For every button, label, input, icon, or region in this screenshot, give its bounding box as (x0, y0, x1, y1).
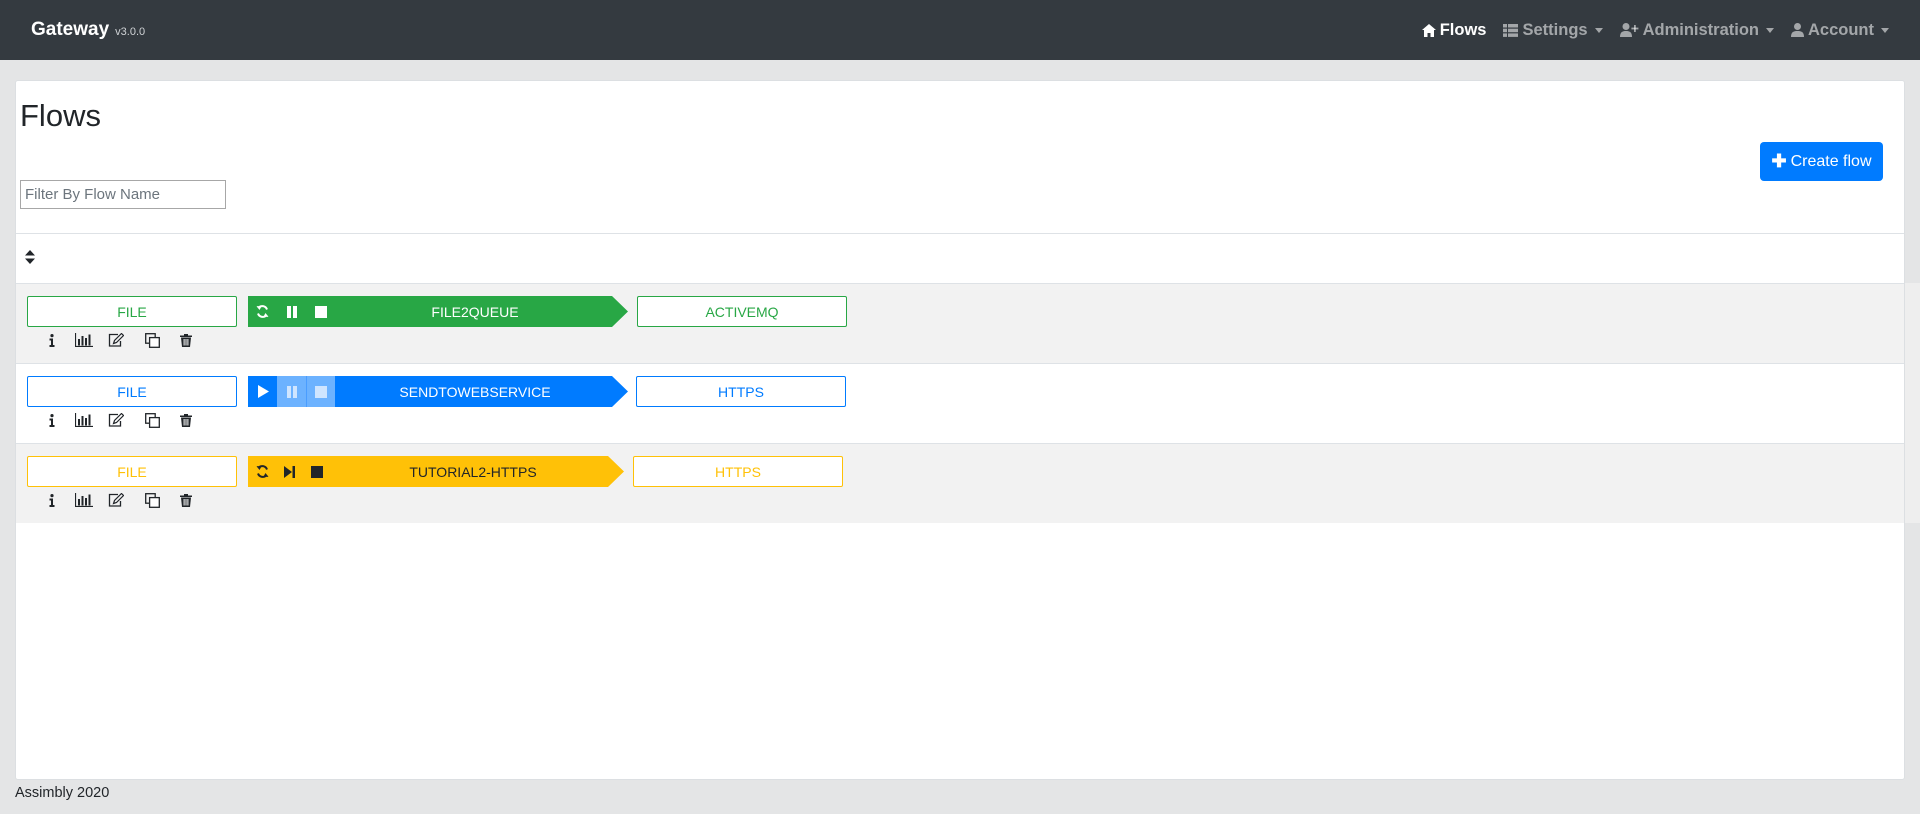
flow-delete-button[interactable] (177, 491, 195, 509)
flow-edit-button[interactable] (107, 411, 125, 429)
top-navbar: Gateway v3.0.0 Flows Settings Administra… (0, 0, 1920, 60)
flows-card: Flows ✚ Create flow FILE FILE2QUEUE ACTI… (15, 80, 1905, 780)
flow-stats-button[interactable] (75, 331, 93, 349)
sort-icon[interactable] (25, 250, 35, 264)
flow-row: FILE FILE2QUEUE ACTIVEMQ (16, 283, 1904, 363)
flow-stats-button[interactable] (75, 491, 93, 509)
trash-icon (180, 493, 192, 507)
flow-source-label: FILE (117, 463, 147, 480)
nav-account[interactable]: Account (1791, 21, 1889, 40)
flow-target-label: HTTPS (718, 383, 764, 400)
restart-button[interactable] (248, 456, 277, 487)
edit-icon (108, 493, 124, 507)
nav-account-label: Account (1808, 20, 1874, 39)
flow-source-label: FILE (117, 383, 147, 400)
trash-icon (180, 413, 192, 427)
nav-settings-label: Settings (1522, 20, 1588, 39)
chevron-down-icon (1594, 27, 1603, 33)
flow-clone-button[interactable] (143, 411, 161, 429)
flow-source-endpoint[interactable]: FILE (27, 376, 237, 407)
stop-button[interactable] (306, 376, 335, 407)
flow-info-button[interactable] (43, 331, 61, 349)
flow-delete-button[interactable] (177, 411, 195, 429)
chevron-down-icon (1881, 27, 1889, 33)
flow-bar[interactable]: FILE2QUEUE (248, 296, 628, 327)
flow-target-endpoint[interactable]: HTTPS (636, 376, 846, 407)
plus-icon: ✚ (1771, 151, 1787, 171)
pause-icon (286, 385, 297, 398)
table-icon (1503, 23, 1519, 37)
flow-source-endpoint[interactable]: FILE (27, 456, 237, 487)
flow-target-endpoint[interactable]: HTTPS (633, 456, 843, 487)
flow-actions (43, 411, 195, 429)
copy-icon (144, 492, 160, 508)
brand-version: v3.0.0 (115, 26, 146, 38)
create-flow-button[interactable]: ✚ Create flow (1760, 142, 1883, 181)
create-flow-label: Create flow (1790, 152, 1872, 170)
flow-edit-button[interactable] (107, 331, 125, 349)
nav-settings[interactable]: Settings (1503, 20, 1603, 40)
restart-button[interactable] (248, 296, 277, 327)
pause-button[interactable] (277, 296, 306, 327)
edit-icon (108, 413, 124, 427)
info-icon (49, 493, 55, 507)
flow-source-endpoint[interactable]: FILE (27, 296, 237, 327)
flow-clone-button[interactable] (143, 491, 161, 509)
page-title: Flows (20, 98, 101, 133)
flow-row: FILE TUTORIAL2-HTTPS HTTPS (16, 443, 1904, 523)
flow-target-label: ACTIVEMQ (705, 303, 779, 320)
nav-flows[interactable]: Flows (1421, 20, 1487, 40)
restart-icon (256, 305, 269, 318)
scrollbar-track[interactable] (1905, 283, 1920, 523)
sort-header (16, 233, 1904, 283)
brand-name: Gateway (31, 19, 110, 40)
home-icon (1421, 23, 1436, 37)
stop-icon (315, 385, 327, 398)
chevron-down-icon (1766, 27, 1774, 33)
copy-icon (144, 332, 160, 348)
copy-icon (144, 412, 160, 428)
bar-chart-icon (75, 333, 93, 347)
bar-chart-icon (75, 493, 93, 507)
bar-chart-icon (75, 413, 93, 427)
stop-button[interactable] (306, 296, 335, 327)
edit-icon (108, 333, 124, 347)
flow-target-label: HTTPS (715, 463, 761, 480)
stop-button[interactable] (302, 456, 331, 487)
flow-source-label: FILE (117, 303, 147, 320)
brand[interactable]: Gateway v3.0.0 (31, 19, 145, 41)
stop-icon (314, 305, 327, 318)
flow-bar[interactable]: SENDTOWEBSERVICE (248, 376, 628, 407)
flow-clone-button[interactable] (143, 331, 161, 349)
flow-stats-button[interactable] (75, 411, 93, 429)
footer-text: Assimbly 2020 (15, 785, 110, 801)
info-icon (49, 333, 55, 347)
trash-icon (180, 333, 192, 347)
step-forward-icon (284, 465, 295, 478)
flow-row: FILE SENDTOWEBSERVICE HTTPS (16, 363, 1904, 443)
pause-icon (286, 305, 297, 318)
start-button[interactable] (248, 376, 277, 407)
main-nav: Flows Settings Administration Account (1405, 0, 1889, 60)
nav-flows-label: Flows (1439, 20, 1487, 39)
user-icon (1791, 23, 1804, 37)
restart-icon (256, 465, 269, 478)
filter-flow-name-input[interactable] (20, 180, 226, 209)
resume-button[interactable] (277, 456, 302, 487)
flow-bar[interactable]: TUTORIAL2-HTTPS (248, 456, 624, 487)
pause-button[interactable] (277, 376, 306, 407)
flow-delete-button[interactable] (177, 331, 195, 349)
play-icon (257, 385, 269, 398)
flow-actions (43, 491, 195, 509)
nav-administration-label: Administration (1642, 20, 1759, 39)
flow-actions (43, 331, 195, 349)
flow-info-button[interactable] (43, 491, 61, 509)
flow-target-endpoint[interactable]: ACTIVEMQ (637, 296, 847, 327)
flow-edit-button[interactable] (107, 491, 125, 509)
info-icon (49, 413, 55, 427)
stop-icon (310, 465, 323, 478)
user-plus-icon (1619, 23, 1638, 37)
flow-info-button[interactable] (43, 411, 61, 429)
nav-administration[interactable]: Administration (1619, 20, 1774, 40)
